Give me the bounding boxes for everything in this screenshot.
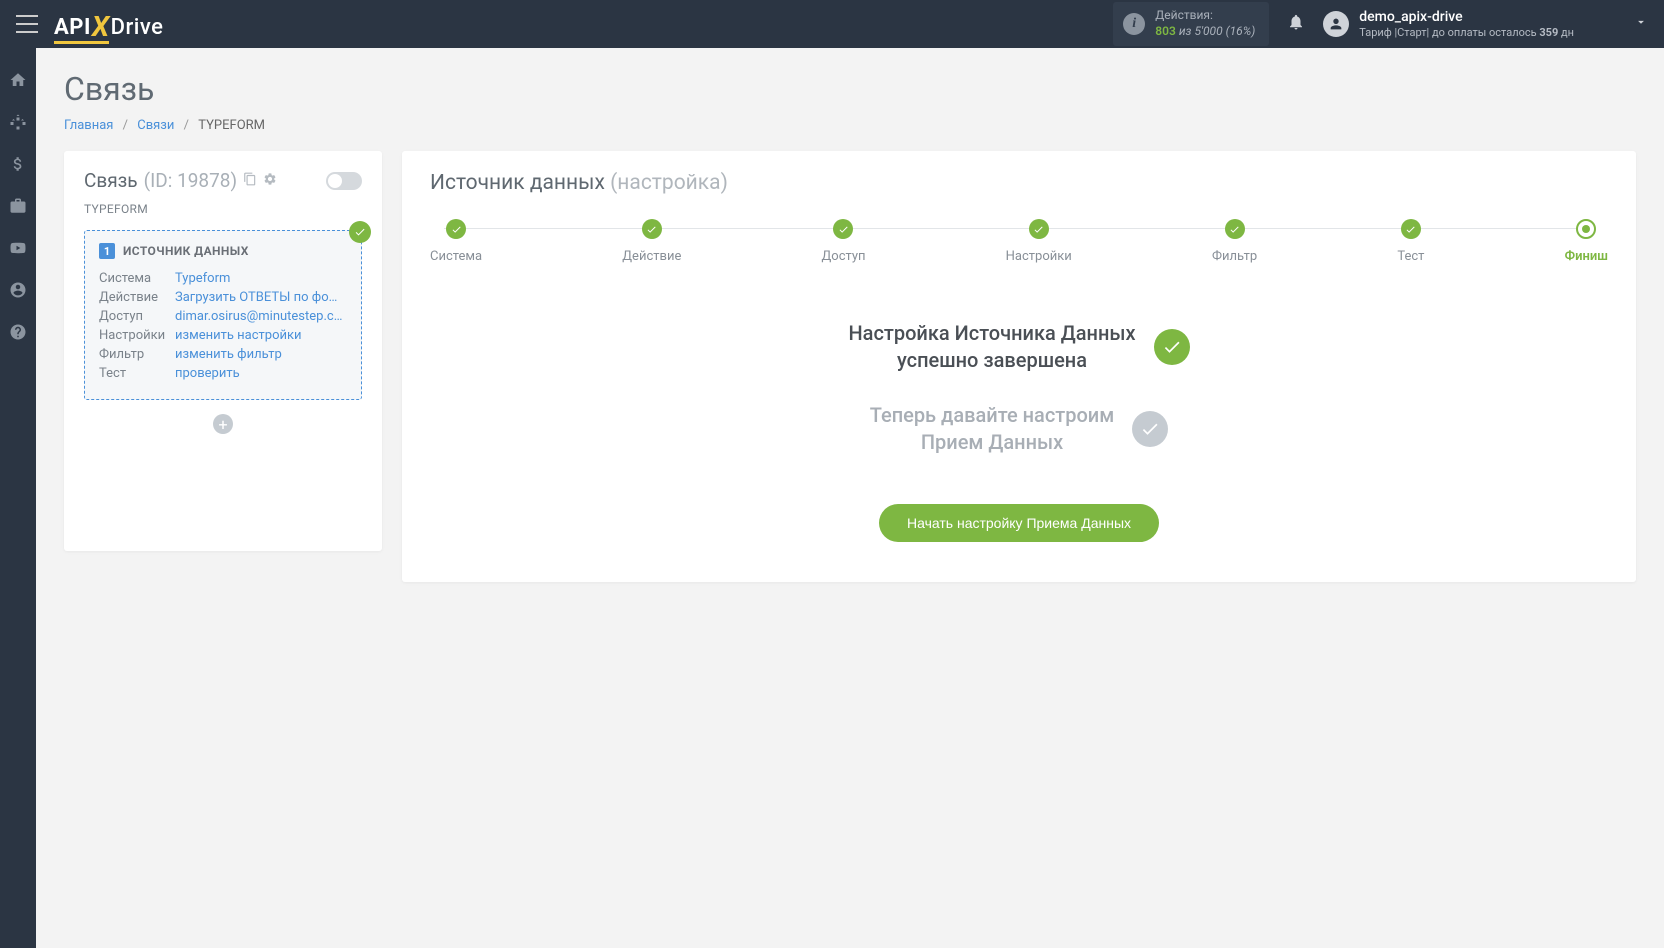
gear-icon[interactable] [263,171,277,190]
source-row: Настройкиизменить настройки [99,328,347,343]
check-circle-icon [1154,329,1190,365]
source-box[interactable]: 1 ИСТОЧНИК ДАННЫХ СистемаTypeformДействи… [84,230,362,400]
left-panel: Связь (ID: 19878) TYPEFORM 1 ИСТОЧНИК ДА… [64,151,382,551]
right-panel-title: Источник данных (настройка) [430,171,1608,195]
source-row-label: Система [99,271,175,286]
source-row-label: Доступ [99,309,175,324]
step-current-icon [1576,219,1596,239]
start-destination-button[interactable]: Начать настройку Приема Данных [879,504,1159,542]
panel-id: (ID: 19878) [144,169,237,192]
bell-icon[interactable] [1287,13,1305,35]
chevron-down-icon [1634,14,1648,33]
enable-toggle[interactable] [326,172,362,190]
step-check-icon [1225,219,1245,239]
source-row: СистемаTypeform [99,271,347,286]
step-label: Настройки [1006,249,1072,264]
source-row-label: Тест [99,366,175,381]
topbar: APIXDrive i Действия: 803 из 5'000 (16%)… [0,0,1664,48]
step-label: Тест [1397,249,1424,264]
sidebar-account-icon[interactable] [8,280,28,300]
actions-percent: (16%) [1226,24,1256,38]
breadcrumb: Главная / Связи / TYPEFORM [64,118,1636,133]
add-button[interactable]: + [213,414,233,434]
source-row-value[interactable]: Загрузить ОТВЕТЫ по форм [175,290,343,305]
step[interactable]: Действие [622,219,681,264]
source-row: Доступdimar.osirus@minutestep.com [99,309,347,324]
status-pending: Теперь давайте настроим Прием Данных [870,402,1169,456]
step-label: Действие [622,249,681,264]
source-row-value[interactable]: Typeform [175,271,230,286]
step[interactable]: Финиш [1565,219,1608,264]
breadcrumb-current: TYPEFORM [198,118,265,133]
user-menu[interactable]: demo_apix-drive Тариф |Старт| до оплаты … [1323,9,1648,39]
sidebar-billing-icon[interactable] [8,154,28,174]
source-row-label: Действие [99,290,175,305]
avatar-icon [1323,11,1349,37]
sidebar-video-icon[interactable] [8,238,28,258]
sidebar-home-icon[interactable] [8,70,28,90]
source-title: ИСТОЧНИК ДАННЫХ [123,244,249,258]
panel-title: Связь [84,169,138,192]
step-check-icon [642,219,662,239]
logo[interactable]: APIXDrive [54,8,163,41]
step-label: Система [430,249,482,264]
step-label: Фильтр [1212,249,1257,264]
source-row: Фильтризменить фильтр [99,347,347,362]
sidebar-connections-icon[interactable] [8,112,28,132]
source-row-label: Настройки [99,328,175,343]
step-label: Доступ [822,249,866,264]
check-icon [349,221,371,243]
progress-steps: Система Действие Доступ Настройки Фильтр Тест… [430,219,1608,264]
step-check-icon [833,219,853,239]
source-row-value[interactable]: изменить настройки [175,328,302,343]
hamburger-menu[interactable] [16,15,38,33]
user-tariff: Тариф |Старт| до оплаты осталось 359 дн [1359,26,1574,39]
source-row-value[interactable]: dimar.osirus@minutestep.com [175,309,343,324]
info-icon: i [1123,13,1145,35]
user-name: demo_apix-drive [1359,9,1574,26]
page-title: Связь [64,70,1636,108]
panel-subtitle: TYPEFORM [84,202,362,216]
actions-total: 5'000 [1194,24,1222,38]
step-label: Финиш [1565,249,1608,264]
step[interactable]: Фильтр [1212,219,1257,264]
step-check-icon [1401,219,1421,239]
breadcrumb-home[interactable]: Главная [64,118,113,133]
right-panel: Источник данных (настройка) Система Дейст… [402,151,1636,582]
source-row-label: Фильтр [99,347,175,362]
sidebar-help-icon[interactable] [8,322,28,342]
actions-of: из [1179,24,1192,38]
sidebar [0,48,36,948]
sidebar-briefcase-icon[interactable] [8,196,28,216]
breadcrumb-links[interactable]: Связи [137,118,174,133]
source-row-value[interactable]: проверить [175,366,240,381]
source-number: 1 [99,243,115,259]
actions-counter[interactable]: i Действия: 803 из 5'000 (16%) [1113,2,1269,45]
step-check-icon [1029,219,1049,239]
step-check-icon [446,219,466,239]
source-row: Тестпроверить [99,366,347,381]
step[interactable]: Доступ [822,219,866,264]
step[interactable]: Настройки [1006,219,1072,264]
check-circle-pending-icon [1132,411,1168,447]
copy-icon[interactable] [243,171,257,190]
status-done: Настройка Источника Данных успешно завер… [848,320,1189,374]
actions-count: 803 [1155,24,1176,38]
source-row: ДействиеЗагрузить ОТВЕТЫ по форм [99,290,347,305]
step[interactable]: Система [430,219,482,264]
actions-label: Действия: [1155,8,1255,24]
source-row-value[interactable]: изменить фильтр [175,347,282,362]
step[interactable]: Тест [1397,219,1424,264]
